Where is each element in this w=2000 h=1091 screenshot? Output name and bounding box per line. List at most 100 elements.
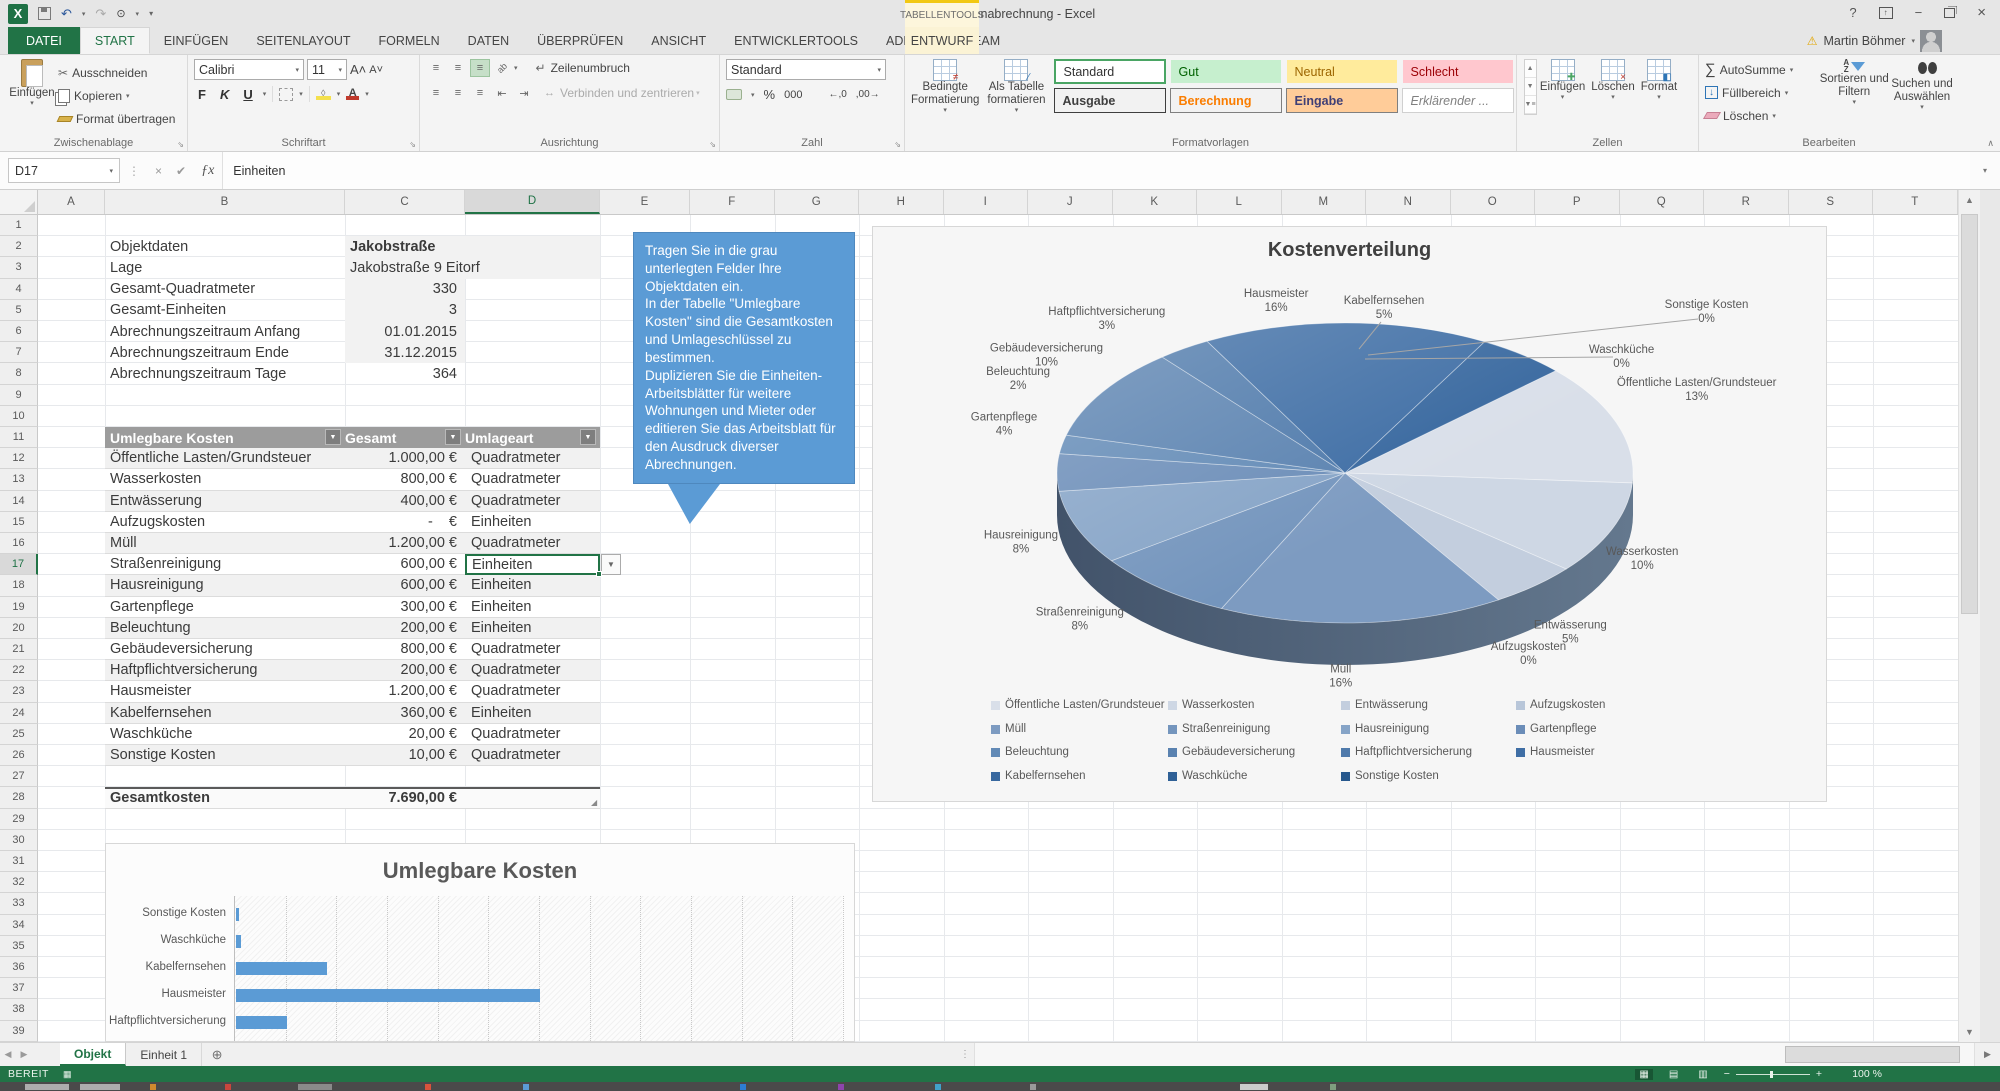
column-header-J[interactable]: J [1028,190,1113,214]
cell-style-neutral[interactable]: Neutral [1286,59,1398,84]
font-color-caret-icon[interactable]: ▾ [365,90,369,98]
ribbon-tab-seitenlayout[interactable]: SEITENLAYOUT [242,27,364,54]
ribbon-tab-start[interactable]: START [80,27,150,54]
column-header-H[interactable]: H [859,190,944,214]
avatar[interactable] [1920,30,1942,52]
fill-handle[interactable] [596,571,602,577]
align-left-icon[interactable]: ≡ [426,84,446,102]
taskbar-icon[interactable] [425,1084,431,1090]
align-top-icon[interactable]: ≡ [426,59,446,77]
column-header-P[interactable]: P [1535,190,1620,214]
fill-color-caret-icon[interactable]: ▾ [337,90,341,98]
clipboard-dialog-launcher-icon[interactable]: ⇘ [177,140,184,149]
table-resize-handle[interactable]: ◢ [591,798,597,807]
row-header-9[interactable]: 9 [0,385,38,406]
legend-item-Haftpflichtversicherung[interactable]: Haftpflichtversicherung [1341,746,1472,758]
column-header-C[interactable]: C [345,190,465,214]
validation-dropdown-button[interactable]: ▼ [601,554,621,575]
row-header-39[interactable]: 39 [0,1021,38,1042]
font-size-select[interactable]: 11▾ [307,59,347,80]
page-layout-view-icon[interactable]: ▤ [1665,1069,1682,1080]
taskbar-icon[interactable] [80,1084,120,1090]
row-header-27[interactable]: 27 [0,766,38,787]
row-header-15[interactable]: 15 [0,512,38,533]
decrease-indent-icon[interactable]: ⇤ [492,84,512,102]
ribbon-tab-entwurf[interactable]: ENTWURF [905,27,979,54]
bar-Sonstige Kosten[interactable] [236,908,239,921]
ribbon-tab-ansicht[interactable]: ANSICHT [637,27,720,54]
ribbon-tab-einfügen[interactable]: EINFÜGEN [150,27,243,54]
page-break-view-icon[interactable]: ▥ [1694,1069,1711,1080]
sheet-tab-einheit-1[interactable]: Einheit 1 [126,1043,202,1066]
taskbar-icon[interactable] [838,1084,844,1090]
cut-button[interactable]: ✂Ausschneiden [58,62,175,83]
windows-taskbar[interactable] [0,1082,2000,1091]
legend-item-Entwässerung[interactable]: Entwässerung [1341,699,1428,711]
grow-font-icon[interactable]: A˄ [350,62,366,77]
horizontal-scrollbar-thumb[interactable] [1785,1046,1960,1063]
row-header-37[interactable]: 37 [0,978,38,999]
underline-caret-icon[interactable]: ▾ [263,90,267,98]
row-header-31[interactable]: 31 [0,851,38,872]
legend-item-Öffentliche Lasten/Grundsteuer[interactable]: Öffentliche Lasten/Grundsteuer [991,699,1165,711]
row-header-25[interactable]: 25 [0,724,38,745]
row-header-3[interactable]: 3 [0,257,38,278]
taskbar-icon[interactable] [150,1084,156,1090]
row-header-10[interactable]: 10 [0,406,38,427]
ribbon-tab-datei[interactable]: DATEI [8,27,80,54]
wrap-text-button[interactable]: Zeilenumbruch [551,61,630,75]
align-middle-icon[interactable]: ≡ [448,59,468,77]
zoom-thumb[interactable] [1770,1071,1773,1078]
row-header-24[interactable]: 24 [0,703,38,724]
legend-item-Wasserkosten[interactable]: Wasserkosten [1168,699,1254,711]
alignment-dialog-launcher-icon[interactable]: ⇘ [709,140,716,149]
row-header-22[interactable]: 22 [0,660,38,681]
italic-button[interactable]: K [216,87,233,102]
name-box[interactable]: D17▾ [8,158,120,183]
restore-icon[interactable] [1944,8,1955,18]
ribbon-tab-formeln[interactable]: FORMELN [365,27,454,54]
row-header-7[interactable]: 7 [0,342,38,363]
insert-cells-button[interactable]: ✚Einfügen▾ [1540,59,1585,102]
paste-button[interactable]: Einfügen ▾ [6,59,58,129]
taskbar-icon[interactable] [298,1084,332,1090]
cell-style-gut[interactable]: Gut [1170,59,1282,84]
column-header-E[interactable]: E [600,190,690,214]
row-header-26[interactable]: 26 [0,745,38,766]
fill-color-icon[interactable]: ◊ [316,89,331,100]
find-select-button[interactable]: Suchen und Auswählen▾ [1889,59,1955,126]
row-header-16[interactable]: 16 [0,533,38,554]
taskbar-icon[interactable] [523,1084,529,1090]
row-header-28[interactable]: 28 [0,787,38,808]
macro-record-icon[interactable]: ▦ [63,1069,72,1080]
enter-entry-icon[interactable]: ✔ [176,164,186,178]
row-header-23[interactable]: 23 [0,681,38,702]
legend-item-Aufzugskosten[interactable]: Aufzugskosten [1516,699,1605,711]
format-painter-button[interactable]: Format übertragen [58,108,175,129]
increase-indent-icon[interactable]: ⇥ [514,84,534,102]
legend-item-Kabelfernsehen[interactable]: Kabelfernsehen [991,770,1086,782]
legend-item-Waschküche[interactable]: Waschküche [1168,770,1247,782]
copy-button[interactable]: Kopieren▾ [58,85,175,106]
ribbon-display-options-icon[interactable]: ↑ [1879,7,1893,19]
bar-Hausmeister[interactable] [236,989,540,1002]
taskbar-icon[interactable] [1030,1084,1036,1090]
accounting-format-icon[interactable] [726,89,742,100]
ribbon-tab-überprüfen[interactable]: ÜBERPRÜFEN [523,27,637,54]
bar-Haftpflichtversicherung[interactable] [236,1016,287,1029]
borders-icon[interactable] [279,88,293,101]
row-header-32[interactable]: 32 [0,872,38,893]
row-header-8[interactable]: 8 [0,363,38,384]
cell-style-erklrender[interactable]: Erklärender ... [1402,88,1514,113]
zoom-track[interactable] [1736,1074,1810,1075]
row-header-2[interactable]: 2 [0,236,38,257]
accounting-caret-icon[interactable]: ▾ [751,91,755,99]
bold-button[interactable]: F [194,87,210,102]
ribbon-tab-entwicklertools[interactable]: ENTWICKLERTOOLS [720,27,872,54]
column-header-L[interactable]: L [1197,190,1282,214]
filter-dropdown-icon[interactable]: ▼ [445,429,461,445]
cell-style-standard[interactable]: Standard [1054,59,1166,84]
legend-item-Hausmeister[interactable]: Hausmeister [1516,746,1595,758]
taskbar-icon[interactable] [225,1084,231,1090]
close-icon[interactable]: × [1977,4,1986,21]
